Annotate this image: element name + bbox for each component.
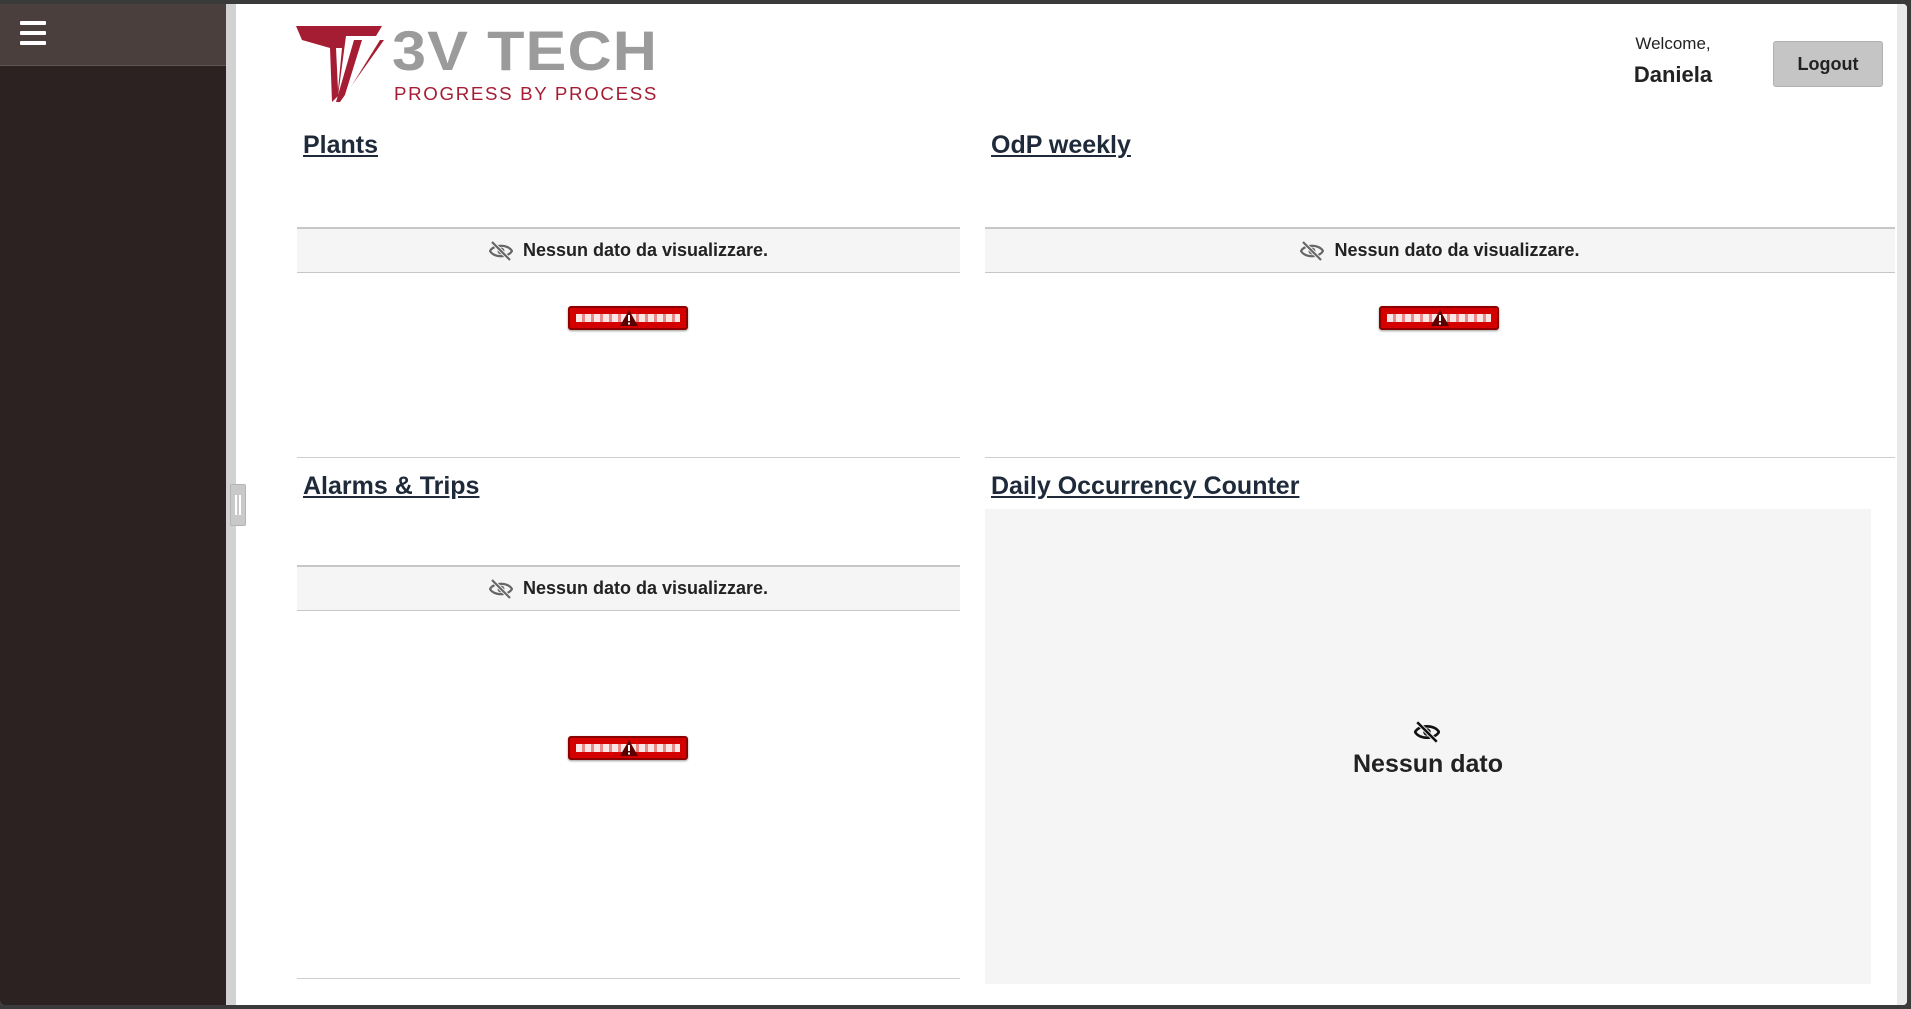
plants-error-indicator — [568, 306, 688, 330]
hamburger-icon[interactable] — [20, 21, 46, 49]
logout-button[interactable]: Logout — [1773, 41, 1883, 87]
logo-tagline: PROGRESS BY PROCESS — [394, 84, 658, 104]
logo-3v: 3V TECH — [392, 20, 658, 82]
odp-error-indicator — [1379, 306, 1499, 330]
eye-slash-icon — [488, 578, 513, 599]
divider — [297, 457, 960, 458]
daily-counter-empty-message: Nessun dato — [1352, 750, 1504, 778]
app-window: 3V TECH PROGRESS BY PROCESS Welcome, Dan… — [0, 4, 1907, 1005]
welcome-label: Welcome, — [1635, 34, 1711, 53]
odp-nodata-bar: Nessun dato da visualizzare. — [985, 227, 1895, 273]
warning-icon — [620, 310, 638, 326]
plants-empty-message: Nessun dato da visualizzare. — [522, 240, 769, 260]
eye-slash-icon — [1300, 240, 1325, 261]
splitter-handle[interactable] — [230, 484, 246, 526]
plants-title[interactable]: Plants — [303, 131, 378, 160]
divider — [985, 457, 1895, 458]
eye-slash-icon — [1413, 720, 1441, 748]
eye-slash-icon — [488, 240, 513, 261]
alarms-error-indicator — [568, 736, 688, 760]
plants-nodata-bar: Nessun dato da visualizzare. — [297, 227, 960, 273]
odp-weekly-title[interactable]: OdP weekly — [991, 131, 1131, 160]
odp-empty-message: Nessun dato da visualizzare. — [1334, 240, 1580, 260]
alarms-empty-message: Nessun dato da visualizzare. — [522, 578, 769, 598]
vertical-scrollbar[interactable] — [1897, 4, 1907, 1005]
company-logo: 3V TECH PROGRESS BY PROCESS — [296, 19, 660, 106]
warning-icon — [1431, 310, 1449, 326]
warning-icon — [620, 740, 638, 756]
user-name: Daniela — [1633, 62, 1713, 87]
divider — [297, 978, 960, 979]
alarms-nodata-bar: Nessun dato da visualizzare. — [297, 565, 960, 611]
daily-counter-panel: Nessun dato — [985, 509, 1871, 984]
daily-counter-title[interactable]: Daily Occurrency Counter — [991, 472, 1299, 501]
alarms-trips-title[interactable]: Alarms & Trips — [303, 472, 479, 501]
sidebar — [0, 4, 226, 1005]
sidebar-header — [0, 4, 226, 66]
welcome-block: Welcome, Daniela — [1620, 34, 1726, 88]
